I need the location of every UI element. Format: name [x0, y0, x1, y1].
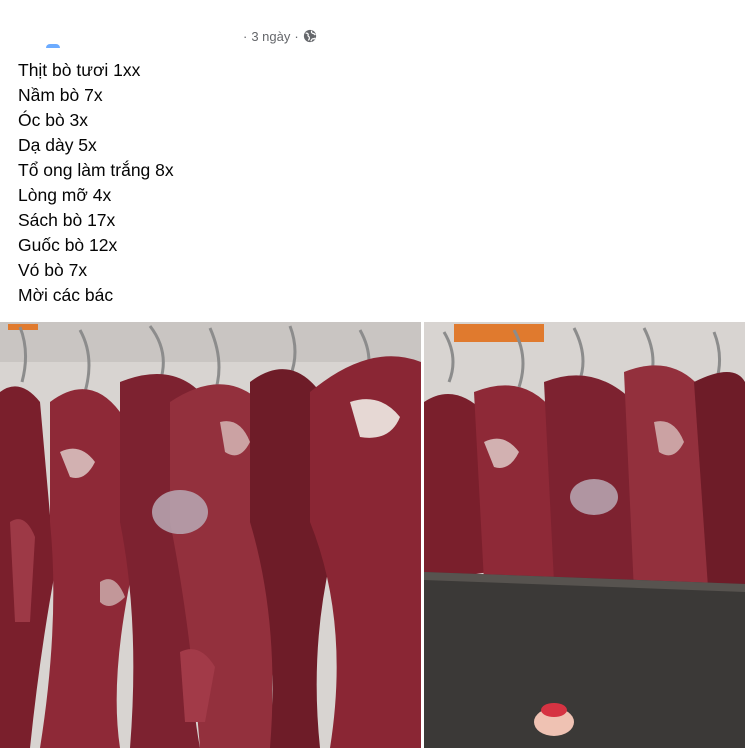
- post-line: Tổ ong làm trắng 8x: [18, 160, 174, 180]
- hanging-beef-photo-with-cutting-board[interactable]: [424, 322, 745, 748]
- avatar[interactable]: [46, 44, 60, 48]
- post-body: Thịt bò tươi 1xx Nầm bò 7x Óc bò 3x Dạ dày …: [18, 58, 174, 308]
- post-line: Guốc bò 12x: [18, 235, 118, 255]
- post-line: Óc bò 3x: [18, 110, 89, 130]
- post-line: Lòng mỡ 4x: [18, 185, 112, 205]
- hanging-beef-photo[interactable]: [0, 322, 421, 748]
- post-line: Dạ dày 5x: [18, 135, 97, 155]
- post-meta: · 3 ngày ·: [243, 26, 317, 46]
- meta-separator: ·: [294, 28, 299, 44]
- post-line: Mời các bác: [18, 285, 114, 305]
- post-line: Nầm bò 7x: [18, 85, 103, 105]
- timestamp-link[interactable]: 3 ngày: [251, 29, 290, 44]
- post-line: Sách bò 17x: [18, 210, 116, 230]
- meta-separator: ·: [243, 28, 248, 44]
- globe-icon[interactable]: [303, 29, 317, 43]
- photo-grid: [0, 322, 745, 748]
- post-line: Vó bò 7x: [18, 260, 88, 280]
- post-line: Thịt bò tươi 1xx: [18, 60, 141, 80]
